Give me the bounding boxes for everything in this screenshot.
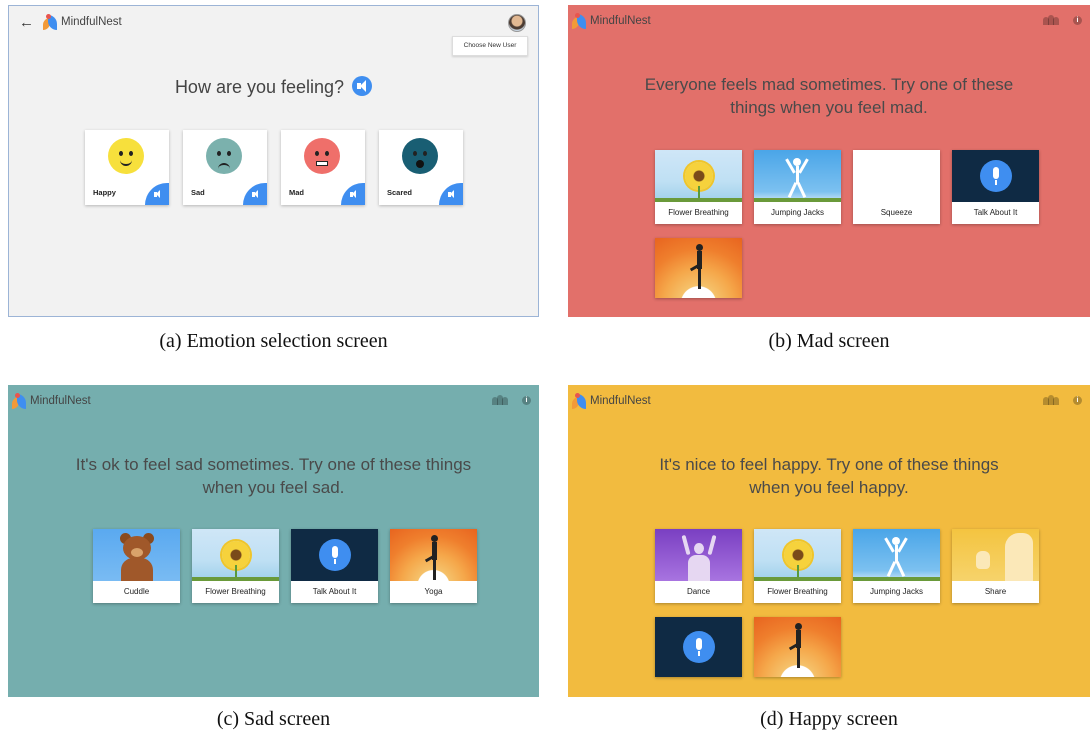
feeling-question: How are you feeling? xyxy=(9,76,538,98)
happy-screen: MindfulNest i It's nice to feel happy. T… xyxy=(568,385,1090,697)
speaker-icon[interactable] xyxy=(145,183,169,205)
scared-face-icon xyxy=(402,138,438,174)
emotion-label: Sad xyxy=(191,188,205,197)
happy-face-icon xyxy=(108,138,144,174)
emotion-card-scared[interactable]: Scared xyxy=(379,130,463,205)
emotion-label: Scared xyxy=(387,188,413,197)
yoga-image xyxy=(754,617,841,677)
squeeze-image xyxy=(853,150,940,202)
activity-card-talk-about-it[interactable]: Talk About It xyxy=(952,150,1039,224)
speaker-icon[interactable] xyxy=(439,183,463,205)
emotion-label: Happy xyxy=(93,188,116,197)
flower-breathing-image xyxy=(754,529,841,581)
logo-icon xyxy=(43,14,57,30)
emotion-card-mad[interactable]: Mad xyxy=(281,130,365,205)
app-name: MindfulNest xyxy=(61,16,122,28)
emotion-card-sad[interactable]: Sad xyxy=(183,130,267,205)
feeling-question-text: How are you feeling? xyxy=(174,77,345,97)
speaker-icon[interactable] xyxy=(352,76,373,96)
activity-label: Dance xyxy=(686,587,711,596)
sad-screen: MindfulNest i It's ok to feel sad someti… xyxy=(8,385,539,697)
sad-prompt: It's ok to feel sad sometimes. Try one o… xyxy=(75,455,472,497)
app-logo: MindfulNest xyxy=(43,14,122,30)
flower-breathing-image xyxy=(192,529,279,581)
app-logo: MindfulNest xyxy=(12,393,91,409)
activity-card-yoga[interactable] xyxy=(754,617,841,677)
activity-label: Flower Breathing xyxy=(668,208,729,217)
activity-label: Jumping Jacks xyxy=(870,587,923,596)
back-arrow-icon[interactable]: ← xyxy=(19,14,34,31)
activity-label: Share xyxy=(984,587,1007,596)
logo-icon xyxy=(12,393,26,409)
activity-label: Yoga xyxy=(424,587,443,596)
jumping-jacks-image xyxy=(853,529,940,581)
emotion-selection-screen: ← MindfulNest Choose New User How are yo… xyxy=(8,5,539,317)
logo-icon xyxy=(572,393,586,409)
users-icon[interactable] xyxy=(1043,15,1059,25)
caption-a: (a) Emotion selection screen xyxy=(159,330,388,352)
activity-card-talk-about-it[interactable] xyxy=(655,617,742,677)
microphone-icon xyxy=(655,617,742,677)
activity-card-share[interactable]: Share xyxy=(952,529,1039,603)
activity-card-dance[interactable]: Dance xyxy=(655,529,742,603)
mad-prompt: Everyone feels mad sometimes. Try one of… xyxy=(644,75,1014,117)
activity-card-flower-breathing[interactable]: Flower Breathing xyxy=(754,529,841,603)
info-icon[interactable]: i xyxy=(1073,395,1082,405)
activity-label: Cuddle xyxy=(123,587,150,596)
emotion-card-happy[interactable]: Happy xyxy=(85,130,169,205)
happy-prompt: It's nice to feel happy. Try one of thes… xyxy=(659,455,999,497)
activity-card-flower-breathing[interactable]: Flower Breathing xyxy=(655,150,742,224)
caption-d: (d) Happy screen xyxy=(760,708,898,730)
users-icon[interactable] xyxy=(1043,395,1059,405)
teddy-bear-image xyxy=(93,529,180,581)
jumping-jacks-image xyxy=(754,150,841,202)
activity-label: Talk About It xyxy=(973,208,1018,217)
caption-c: (c) Sad screen xyxy=(216,708,331,730)
logo-icon xyxy=(572,13,586,29)
mad-face-icon xyxy=(304,138,340,174)
activity-card-yoga[interactable]: Yoga xyxy=(390,529,477,603)
speaker-icon[interactable] xyxy=(341,183,365,205)
flower-breathing-image xyxy=(655,150,742,202)
users-icon[interactable] xyxy=(492,395,508,405)
emotion-label: Mad xyxy=(289,188,304,197)
yoga-image xyxy=(390,529,477,581)
activity-label: Squeeze xyxy=(880,208,913,217)
user-avatar[interactable] xyxy=(508,14,526,32)
activity-card-yoga[interactable] xyxy=(655,238,742,298)
microphone-icon xyxy=(952,150,1039,202)
yoga-image xyxy=(655,238,742,298)
app-name: MindfulNest xyxy=(590,15,651,27)
activity-card-cuddle[interactable]: Cuddle xyxy=(93,529,180,603)
activity-label: Jumping Jacks xyxy=(771,208,824,217)
sad-face-icon xyxy=(206,138,242,174)
activity-card-squeeze[interactable]: Squeeze xyxy=(853,150,940,224)
app-name: MindfulNest xyxy=(590,395,651,407)
activity-card-jumping-jacks[interactable]: Jumping Jacks xyxy=(853,529,940,603)
share-image xyxy=(952,529,1039,581)
app-logo: MindfulNest xyxy=(572,13,651,29)
choose-new-user-button[interactable]: Choose New User xyxy=(452,36,528,56)
activity-card-talk-about-it[interactable]: Talk About It xyxy=(291,529,378,603)
activity-card-flower-breathing[interactable]: Flower Breathing xyxy=(192,529,279,603)
activity-label: Talk About It xyxy=(312,587,357,596)
app-logo: MindfulNest xyxy=(572,393,651,409)
activity-label: Flower Breathing xyxy=(767,587,828,596)
activity-card-jumping-jacks[interactable]: Jumping Jacks xyxy=(754,150,841,224)
activity-label: Flower Breathing xyxy=(205,587,266,596)
info-icon[interactable]: i xyxy=(1073,15,1082,25)
caption-b: (b) Mad screen xyxy=(768,330,890,352)
speaker-icon[interactable] xyxy=(243,183,267,205)
app-name: MindfulNest xyxy=(30,395,91,407)
microphone-icon xyxy=(291,529,378,581)
mad-screen: MindfulNest i Everyone feels mad sometim… xyxy=(568,5,1090,317)
dance-image xyxy=(655,529,742,581)
info-icon[interactable]: i xyxy=(522,395,531,405)
